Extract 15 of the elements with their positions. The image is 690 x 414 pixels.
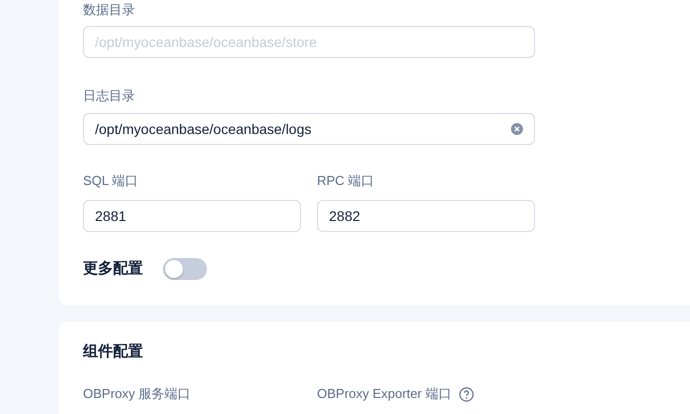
field-label: RPC 端口 xyxy=(317,172,374,190)
toggle-switch[interactable] xyxy=(163,258,207,280)
text-field[interactable]: /opt/myoceanbase/oceanbase/store xyxy=(83,26,535,58)
field-label: SQL 端口 xyxy=(83,172,138,190)
field-label: OBProxy 服务端口 xyxy=(83,385,191,403)
help-icon[interactable] xyxy=(459,386,474,402)
field-label: 数据目录 xyxy=(83,1,135,19)
clear-icon[interactable] xyxy=(511,123,523,135)
field-label: 日志目录 xyxy=(83,87,135,105)
text-field[interactable]: 2882 xyxy=(317,200,535,232)
toggle-label: 更多配置 xyxy=(83,259,143,279)
section-title: 组件配置 xyxy=(83,342,143,362)
text-field[interactable]: 2881 xyxy=(83,200,301,232)
field-label: OBProxy Exporter 端口 xyxy=(317,385,452,403)
text-field[interactable]: /opt/myoceanbase/oceanbase/logs xyxy=(83,113,535,145)
